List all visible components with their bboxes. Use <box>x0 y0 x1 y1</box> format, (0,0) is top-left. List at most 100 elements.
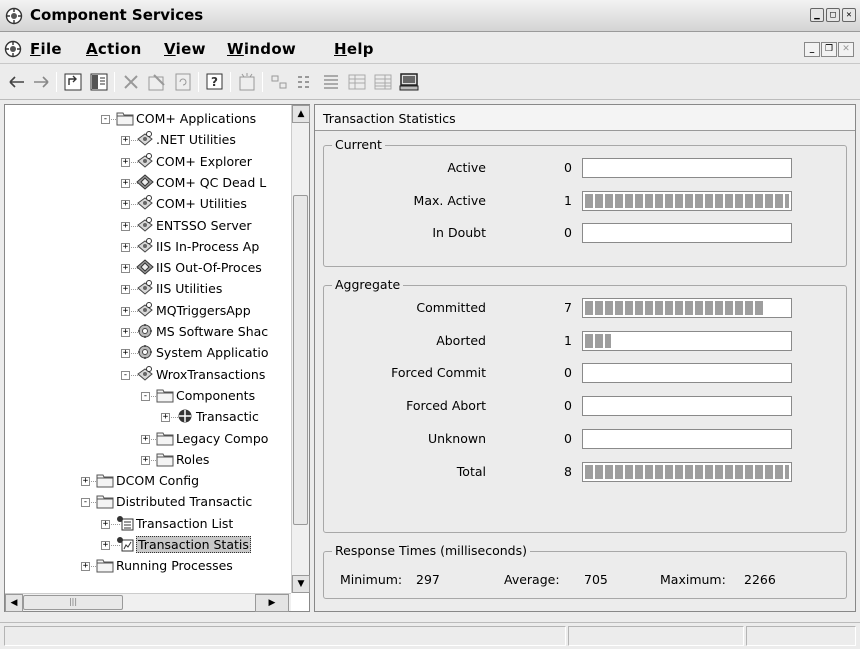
status-view-icon[interactable] <box>372 71 394 93</box>
menu-window[interactable]: Window <box>227 40 296 58</box>
stat-label: Committed <box>416 300 486 315</box>
tree-item[interactable]: + Transaction List <box>5 514 289 534</box>
maximize-button[interactable]: □ <box>826 8 840 22</box>
com-app-icon <box>137 301 153 317</box>
close-button[interactable]: ✕ <box>842 8 856 22</box>
tree-item-label: COM+ Utilities <box>156 196 247 212</box>
expand-icon[interactable]: + <box>121 242 130 252</box>
aggregate-group: Aggregate Committed 7 Aborted 1 Forced Commi… <box>323 277 847 533</box>
tree-item[interactable]: - Distributed Transactic <box>5 492 289 512</box>
refresh-icon[interactable] <box>172 71 194 93</box>
tree-item[interactable]: + COM+ QC Dead L <box>5 173 289 193</box>
tree-horizontal-scrollbar[interactable]: ◀ ||| ▶ <box>5 593 291 612</box>
scroll-up-arrow-icon[interactable]: ▲ <box>292 105 310 123</box>
collapse-icon[interactable]: - <box>101 115 110 124</box>
window-controls: ▁ □ ✕ <box>810 8 856 22</box>
expand-icon[interactable]: + <box>161 413 170 423</box>
tree-horizontal-scroll-thumb[interactable]: ||| <box>23 595 123 610</box>
collapse-icon[interactable]: - <box>121 370 130 380</box>
menu-help[interactable]: Help <box>334 40 374 58</box>
delete-icon[interactable] <box>120 71 142 93</box>
tree-item[interactable]: + MQTriggersApp <box>5 301 289 321</box>
tree-item[interactable]: + IIS In-Process Ap <box>5 237 289 257</box>
expand-icon[interactable]: + <box>121 349 130 359</box>
scroll-left-arrow-icon[interactable]: ◀ <box>5 594 23 612</box>
expand-icon[interactable]: + <box>121 306 130 316</box>
stat-label: Active <box>447 160 486 175</box>
tree-item[interactable]: + System Applicatio <box>5 343 289 363</box>
expand-icon[interactable]: + <box>141 434 150 444</box>
detail-view-icon[interactable] <box>346 71 368 93</box>
expand-icon[interactable]: + <box>141 455 150 465</box>
expand-icon[interactable]: + <box>121 285 130 295</box>
mdi-restore-button[interactable]: ❐ <box>821 42 837 57</box>
scroll-right-arrow-icon[interactable]: ▶ <box>255 594 289 612</box>
tree-item[interactable]: + COM+ Explorer <box>5 152 289 172</box>
tree-item[interactable]: + Legacy Compo <box>5 429 289 449</box>
expand-icon[interactable]: + <box>121 200 130 210</box>
tree-item[interactable]: + IIS Out-Of-Proces <box>5 258 289 278</box>
expand-icon[interactable]: + <box>81 477 90 487</box>
forward-arrow-icon[interactable] <box>30 71 52 93</box>
collapse-icon[interactable]: - <box>81 498 90 508</box>
expand-icon[interactable]: + <box>101 541 110 550</box>
menu-file[interactable]: File <box>30 40 62 58</box>
scroll-down-arrow-icon[interactable]: ▼ <box>292 575 310 593</box>
list-view-icon[interactable] <box>320 71 342 93</box>
mdi-minimize-button[interactable]: _ <box>804 42 820 57</box>
title-bar[interactable]: Component Services ▁ □ ✕ <box>0 0 860 32</box>
expand-icon[interactable]: + <box>101 519 110 529</box>
expand-icon[interactable]: + <box>121 264 130 274</box>
stat-progress-bar <box>582 298 792 318</box>
transaction-statistics-pane: Transaction Statistics Current Active 0 Ma… <box>314 104 856 612</box>
tree-item[interactable]: + .NET Utilities <box>5 130 289 150</box>
help-icon[interactable]: ? <box>204 71 226 93</box>
expand-icon[interactable]: + <box>121 221 130 231</box>
large-icons-view-icon[interactable] <box>268 71 290 93</box>
new-object-icon[interactable] <box>236 71 258 93</box>
expand-icon[interactable]: + <box>81 562 90 572</box>
properties-icon[interactable] <box>146 71 168 93</box>
back-arrow-icon[interactable] <box>6 71 28 93</box>
tree-vertical-scrollbar[interactable]: ▲ ▼ <box>291 105 310 593</box>
computer-icon[interactable] <box>398 71 420 93</box>
tree-item[interactable]: + Roles <box>5 450 289 470</box>
tree-item[interactable]: + Running Processes <box>5 556 289 576</box>
up-one-level-icon[interactable] <box>62 71 84 93</box>
component-services-window: Component Services ▁ □ ✕ File Action Vie… <box>0 0 860 649</box>
minimize-button[interactable]: ▁ <box>810 8 824 22</box>
tree-item[interactable]: - COM+ Applications <box>5 109 289 129</box>
stat-value: 1 <box>564 192 572 208</box>
tree-item[interactable]: + ENTSSO Server <box>5 216 289 236</box>
console-tree[interactable]: - COM+ Applications + .NET Utilities + COM+ E… <box>4 104 310 612</box>
stat-label: Unknown <box>427 430 486 446</box>
collapse-icon[interactable]: - <box>141 391 150 401</box>
tree-item[interactable]: + Transaction Statis <box>5 535 289 555</box>
expand-icon[interactable]: + <box>121 157 130 167</box>
com-queued-app-icon <box>136 174 154 190</box>
tree-item-label: COM+ QC Dead L <box>156 174 267 190</box>
folder-icon <box>156 453 174 467</box>
window-title: Component Services <box>30 6 204 24</box>
tree-item[interactable]: + Transactic <box>5 407 289 427</box>
tree-item[interactable]: - Components <box>5 386 289 406</box>
tree-vertical-scroll-thumb[interactable] <box>293 195 308 525</box>
tree-item[interactable]: + MS Software Shac <box>5 322 289 342</box>
tree-item[interactable]: - WroxTransactions <box>5 365 289 385</box>
expand-icon[interactable]: + <box>121 178 130 188</box>
stat-label: Forced Commit <box>391 365 486 381</box>
toolbar: ? <box>0 64 860 100</box>
small-icons-view-icon[interactable] <box>294 71 316 93</box>
menu-view[interactable]: View <box>164 40 206 58</box>
tree-item[interactable]: + COM+ Utilities <box>5 194 289 214</box>
com-app-icon <box>137 280 153 296</box>
status-cell-main <box>4 626 566 646</box>
mdi-system-menu-icon[interactable] <box>4 40 22 58</box>
mdi-close-button[interactable]: ✕ <box>838 42 854 57</box>
tree-item[interactable]: + IIS Utilities <box>5 279 289 299</box>
menu-action[interactable]: Action <box>86 40 142 58</box>
tree-item[interactable]: + DCOM Config <box>5 471 289 491</box>
show-hide-console-tree-icon[interactable] <box>88 71 110 93</box>
expand-icon[interactable]: + <box>121 136 130 146</box>
expand-icon[interactable]: + <box>121 328 130 337</box>
